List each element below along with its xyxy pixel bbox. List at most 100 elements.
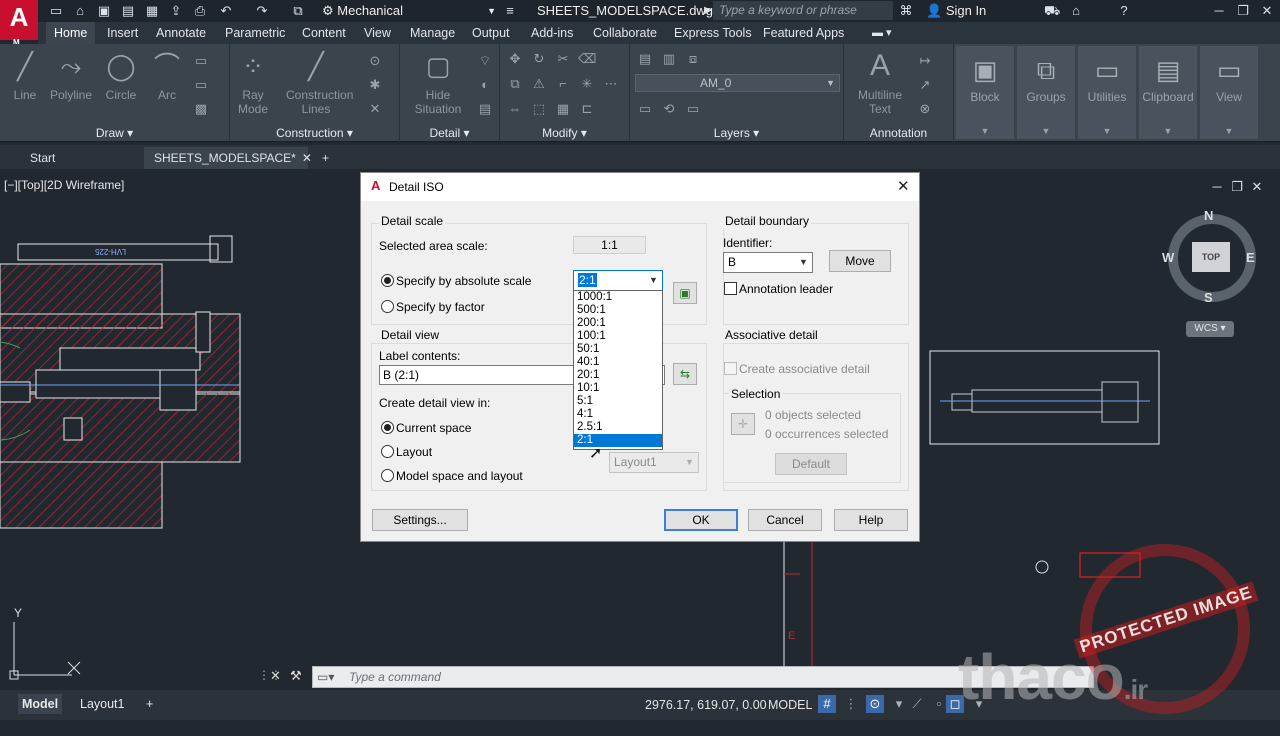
annotation-leader-label[interactable]: Annotation leader <box>739 282 833 296</box>
layer-previous-icon[interactable]: ⟲ <box>660 100 678 118</box>
annotation-leader-checkbox[interactable] <box>724 282 737 295</box>
viewport-restore-button[interactable]: ❐ <box>1228 178 1246 196</box>
layer-selector[interactable]: AM_0 ▼ <box>635 74 840 92</box>
binoculars-icon[interactable]: ⌘ <box>898 3 914 19</box>
polar-icon[interactable]: ⊙ <box>866 695 884 713</box>
arc-tool[interactable]: ⌒ Arc <box>144 48 190 102</box>
start-tab[interactable]: Start <box>20 147 140 169</box>
wcs-menu[interactable]: WCS ▾ <box>1186 321 1234 337</box>
help-search-input[interactable]: Type a keyword or phrase <box>713 1 893 20</box>
customize-menu-icon[interactable]: ≡ <box>502 3 518 19</box>
move-button[interactable]: Move <box>829 250 891 272</box>
scale-option[interactable]: 20:1 <box>574 369 662 382</box>
layer-walk-icon[interactable]: ▭ <box>684 100 702 118</box>
tab-annotate[interactable]: Annotate <box>148 22 214 44</box>
dialog-title-bar[interactable]: A Detail ISO ✕ <box>361 173 919 201</box>
layout1-tab[interactable]: Layout1 <box>76 694 128 714</box>
tab-insert[interactable]: Insert <box>99 22 146 44</box>
dialog-close-icon[interactable]: ✕ <box>897 177 910 195</box>
symbol-icon[interactable]: ⊗ <box>916 100 934 118</box>
scale-option[interactable]: 5:1 <box>574 395 662 408</box>
web-mobile-icon[interactable]: ▦ <box>144 3 160 19</box>
tab-output[interactable]: Output <box>464 22 518 44</box>
open-icon[interactable]: ⌂ <box>72 3 88 19</box>
factor-label[interactable]: Specify by factor <box>396 300 485 314</box>
detail-group-title[interactable]: Detail ▾ <box>400 126 499 140</box>
polar-options-icon[interactable]: ▾ <box>890 695 908 713</box>
scale-option-selected[interactable]: 2:1 <box>574 434 662 447</box>
modify-group-title[interactable]: Modify ▾ <box>500 126 629 140</box>
model-and-layout-radio[interactable] <box>381 469 394 482</box>
tab-manage[interactable]: Manage <box>402 22 463 44</box>
factor-radio[interactable] <box>381 300 394 313</box>
close-tab-icon[interactable]: ✕ <box>302 151 312 165</box>
scale-option[interactable]: 2.5:1 <box>574 421 662 434</box>
absolute-scale-label[interactable]: Specify by absolute scale <box>396 274 531 288</box>
tab-collaborate[interactable]: Collaborate <box>585 22 665 44</box>
workspace-selector[interactable]: ⚙ Mechanical ▼ <box>322 2 500 20</box>
ribbon-options-icon[interactable]: ▬ ▾ <box>864 22 900 44</box>
cart-icon[interactable]: ⛟ <box>1044 3 1060 19</box>
help-button[interactable]: Help <box>834 509 908 531</box>
construction-intersect-icon[interactable]: ✕ <box>366 100 384 118</box>
pick-scale-button[interactable]: ▣ <box>673 282 697 304</box>
mirror-icon[interactable]: ⚠ <box>530 75 548 93</box>
model-space-toggle[interactable]: MODEL <box>768 698 812 712</box>
hide-situation-tool[interactable]: ▢ Hide Situation <box>408 48 468 116</box>
current-space-radio[interactable] <box>381 421 394 434</box>
help-icon[interactable]: ? <box>1116 3 1132 19</box>
scale-option[interactable]: 4:1 <box>574 408 662 421</box>
layers-group-title[interactable]: Layers ▾ <box>630 126 843 140</box>
rectangle-icon[interactable]: ▭ <box>192 52 210 70</box>
offset-icon[interactable]: ⊏ <box>578 100 596 118</box>
hatch-icon[interactable]: ▩ <box>192 100 210 118</box>
close-button[interactable]: ✕ <box>1258 2 1276 20</box>
add-layout-button[interactable]: + <box>142 694 157 714</box>
layer-states-icon[interactable]: ▥ <box>660 50 678 68</box>
model-tab[interactable]: Model <box>18 694 63 714</box>
scale-option[interactable]: 100:1 <box>574 330 662 343</box>
fillet-icon[interactable]: ⌐ <box>554 75 572 93</box>
compass-north[interactable]: N <box>1204 208 1213 223</box>
detail-chamfer-icon[interactable]: ◐ <box>476 76 494 94</box>
move-icon[interactable]: ✥ <box>506 50 524 68</box>
construction-lines-tool[interactable]: ╱ Construction Lines <box>286 48 353 116</box>
tab-add-ins[interactable]: Add-ins <box>523 22 581 44</box>
scale-option[interactable]: 10:1 <box>574 382 662 395</box>
current-space-label[interactable]: Current space <box>396 421 471 435</box>
tab-content[interactable]: Content <box>294 22 354 44</box>
scale-option[interactable]: 200:1 <box>574 317 662 330</box>
customize-command-icon[interactable]: ⚒ <box>290 668 302 684</box>
tab-view[interactable]: View <box>356 22 399 44</box>
open-web-icon[interactable]: ⇪ <box>168 3 184 19</box>
new-icon[interactable]: ▭ <box>48 3 64 19</box>
grid-icon[interactable]: # <box>818 695 836 713</box>
quick-properties-icon[interactable]: ⧉ <box>290 3 306 19</box>
construction-group-title[interactable]: Construction ▾ <box>230 126 399 140</box>
block-button[interactable]: ▣ Block ▼ <box>956 46 1014 139</box>
polyline-tool[interactable]: ⤳ Polyline <box>48 48 94 102</box>
tab-parametric[interactable]: Parametric <box>217 22 293 44</box>
settings-button[interactable]: Settings... <box>372 509 468 531</box>
draw-group-title[interactable]: Draw ▾ <box>0 126 229 140</box>
scale-combo[interactable]: 2:1 ▼ <box>573 270 663 291</box>
absolute-scale-radio[interactable] <box>381 274 394 287</box>
isodraft-icon[interactable]: ⟋ <box>908 695 926 713</box>
identifier-combo[interactable]: B ▼ <box>723 252 813 273</box>
compass-south[interactable]: S <box>1204 290 1213 305</box>
a360-icon[interactable]: ⌂ <box>1068 3 1084 19</box>
undo-icon[interactable]: ↶ <box>218 3 234 19</box>
application-menu-button[interactable]: AM <box>0 0 38 47</box>
ray-mode-tool[interactable]: ⁘ Ray Mode <box>230 48 276 116</box>
minimize-button[interactable]: ─ <box>1210 2 1228 20</box>
scale-dropdown-list[interactable]: 1000:1 500:1 200:1 100:1 50:1 40:1 20:1 … <box>573 290 663 450</box>
viewport-controls[interactable]: [−][Top][2D Wireframe] <box>4 178 124 192</box>
model-and-layout-label[interactable]: Model space and layout <box>396 469 523 483</box>
rotate-icon[interactable]: ↻ <box>530 50 548 68</box>
utilities-button[interactable]: ▭ Utilities ▼ <box>1078 46 1136 139</box>
circle-tool[interactable]: ◯ Circle <box>98 48 144 102</box>
compass-west[interactable]: W <box>1162 250 1174 265</box>
dimension-icon[interactable]: ↦ <box>916 52 934 70</box>
view-button[interactable]: ▭ View ▼ <box>1200 46 1258 139</box>
line-tool[interactable]: ╱ Line <box>2 48 48 102</box>
